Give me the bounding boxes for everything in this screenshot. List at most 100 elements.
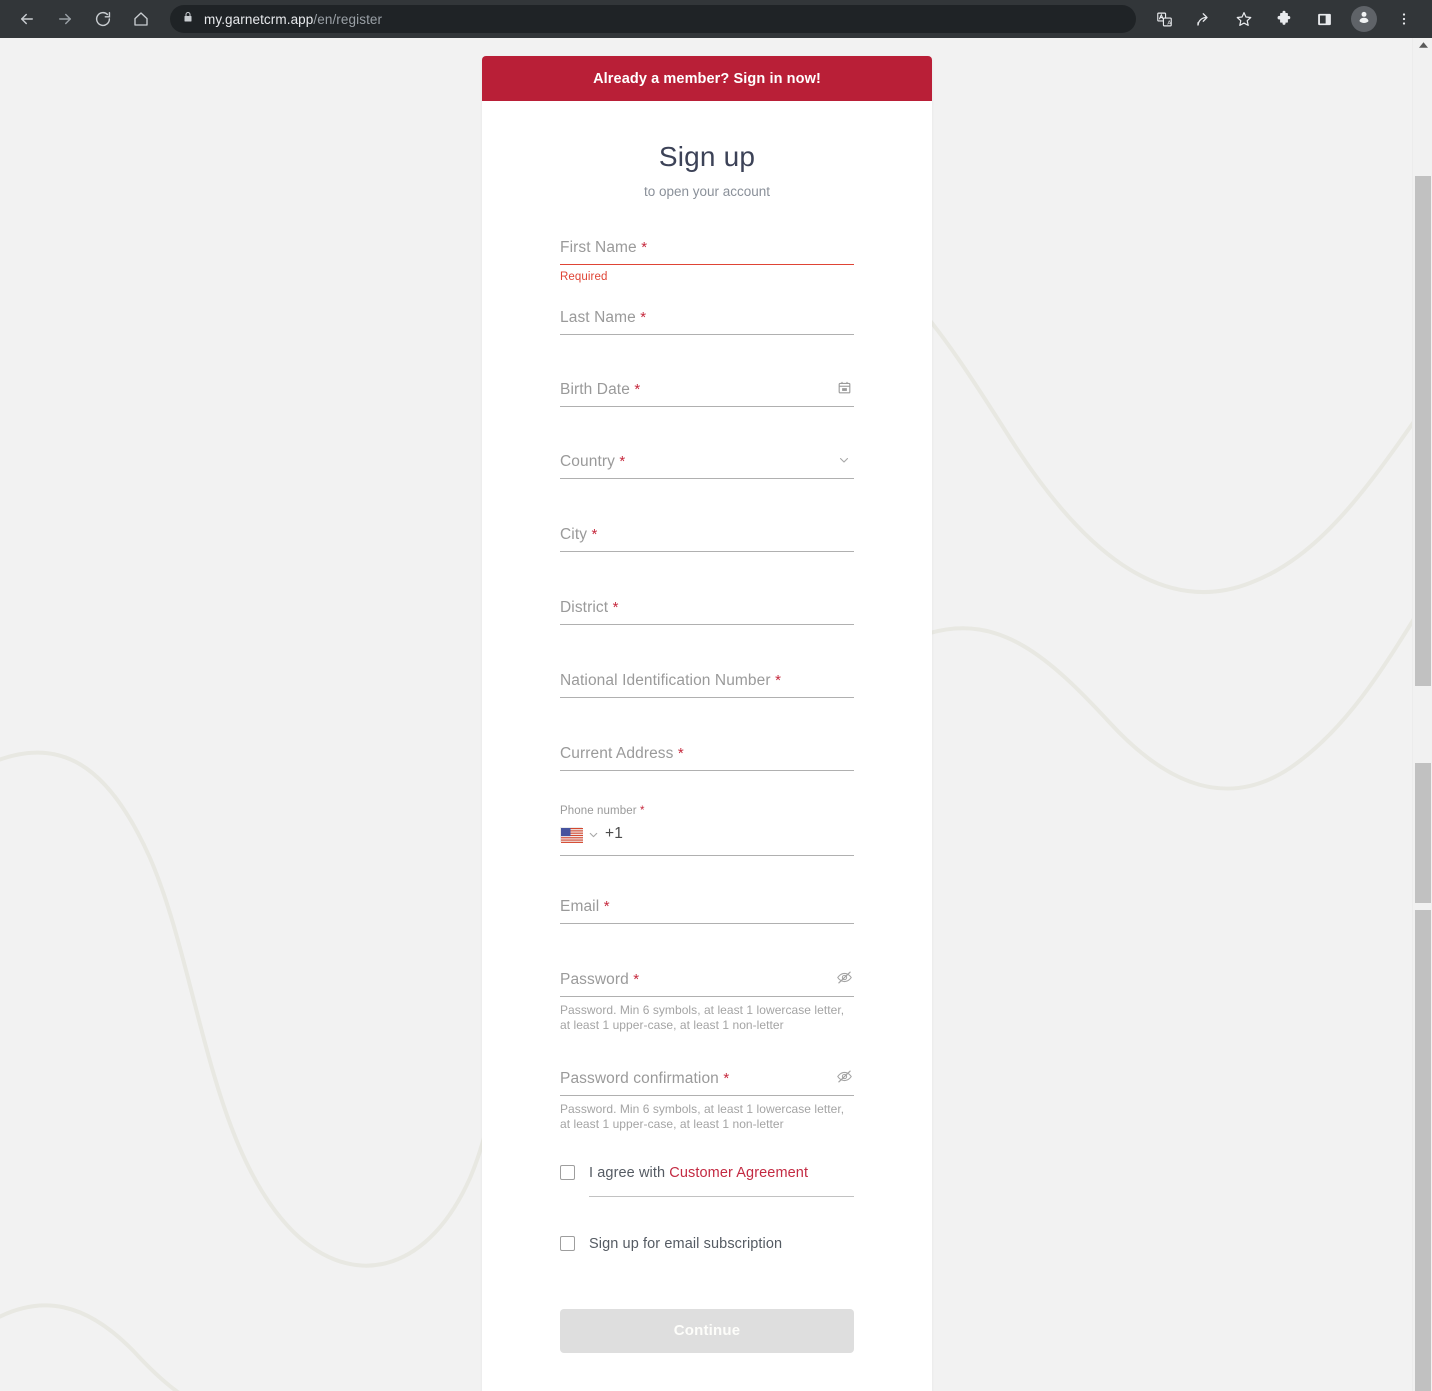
password-input[interactable]	[560, 996, 854, 997]
required-asterisk: *	[640, 309, 647, 326]
country-dropdown-button[interactable]	[834, 452, 854, 472]
us-flag-icon[interactable]	[560, 826, 583, 843]
agreement-underline	[589, 1195, 854, 1197]
current-address-label: Current Address *	[560, 745, 854, 770]
field-first-name[interactable]: First Name * Required	[560, 239, 854, 283]
required-asterisk: *	[677, 745, 684, 762]
first-name-input[interactable]	[560, 264, 854, 265]
browser-menu-button[interactable]	[1389, 4, 1419, 34]
phone-label-text: Phone number	[560, 805, 637, 817]
phone-number-input[interactable]	[560, 855, 854, 856]
field-last-name[interactable]: Last Name *	[560, 309, 854, 335]
agreement-checkbox[interactable]	[560, 1165, 575, 1180]
url-host: my.garnetcrm.app	[204, 11, 314, 27]
last-name-label-text: Last Name	[560, 309, 636, 326]
current-address-label-text: Current Address	[560, 745, 674, 762]
subscription-checkbox[interactable]	[560, 1236, 575, 1251]
field-city[interactable]: City *	[560, 526, 854, 552]
field-current-address[interactable]: Current Address *	[560, 745, 854, 771]
scrollbar-up-button[interactable]	[1413, 38, 1432, 52]
customer-agreement-link[interactable]: Customer Agreement	[669, 1165, 808, 1181]
translate-button[interactable]: A	[1149, 4, 1179, 34]
side-panel-button[interactable]	[1309, 4, 1339, 34]
password-hint: Password. Min 6 symbols, at least 1 lowe…	[560, 1003, 845, 1032]
back-button[interactable]	[12, 4, 42, 34]
password-confirmation-visibility-toggle[interactable]	[834, 1069, 854, 1089]
page-scrollbar[interactable]	[1412, 38, 1432, 1391]
field-country[interactable]: Country *	[560, 453, 854, 479]
country-select[interactable]	[560, 478, 854, 479]
email-input[interactable]	[560, 923, 854, 924]
current-address-input[interactable]	[560, 770, 854, 771]
subscription-checkbox-row[interactable]: Sign up for email subscription	[560, 1236, 854, 1252]
national-id-label-text: National Identification Number	[560, 672, 771, 689]
phone-country-dropdown-button[interactable]	[587, 828, 600, 841]
share-button[interactable]	[1189, 4, 1219, 34]
url-text: my.garnetcrm.app/en/register	[204, 12, 382, 27]
home-icon	[132, 10, 150, 28]
profile-avatar-icon	[1356, 9, 1372, 30]
country-label: Country *	[560, 453, 854, 478]
toolbar-actions: A	[1144, 4, 1424, 34]
password-confirmation-label: Password confirmation *	[560, 1070, 854, 1095]
eye-off-icon	[836, 969, 853, 991]
password-confirmation-label-text: Password confirmation	[560, 1070, 719, 1088]
first-name-label: First Name *	[560, 239, 854, 264]
email-label: Email *	[560, 898, 854, 923]
field-district[interactable]: District *	[560, 599, 854, 625]
forward-button[interactable]	[50, 4, 80, 34]
page-viewport: Already a member? Sign in now! Sign up t…	[0, 38, 1432, 1391]
agreement-checkbox-row[interactable]: I agree with Customer Agreement	[560, 1165, 854, 1181]
field-phone-number[interactable]: Phone number * +1	[560, 805, 854, 856]
signup-card: Already a member? Sign in now! Sign up t…	[482, 56, 932, 1391]
field-national-id[interactable]: National Identification Number *	[560, 672, 854, 698]
required-asterisk: *	[612, 599, 619, 616]
last-name-input[interactable]	[560, 334, 854, 335]
city-input[interactable]	[560, 551, 854, 552]
signup-form: Sign up to open your account First Name …	[482, 101, 932, 1389]
required-asterisk: *	[641, 239, 648, 256]
agreement-label: I agree with Customer Agreement	[589, 1165, 808, 1181]
district-input[interactable]	[560, 624, 854, 625]
home-button[interactable]	[126, 4, 156, 34]
birth-date-input[interactable]	[560, 406, 854, 407]
birth-date-label: Birth Date *	[560, 381, 854, 406]
signin-banner[interactable]: Already a member? Sign in now!	[482, 56, 932, 101]
required-asterisk: *	[775, 672, 781, 689]
required-asterisk: *	[639, 805, 645, 817]
phone-dial-code: +1	[605, 825, 624, 842]
reload-button[interactable]	[88, 4, 118, 34]
scrollbar-thumb[interactable]	[1415, 763, 1431, 903]
password-label-text: Password	[560, 971, 629, 988]
agreement-prefix-text: I agree with	[589, 1164, 670, 1181]
national-id-input[interactable]	[560, 697, 854, 698]
password-confirmation-input[interactable]	[560, 1095, 854, 1097]
required-asterisk: *	[603, 898, 610, 915]
field-password-confirmation[interactable]: Password confirmation * Password. Min 6 …	[560, 1070, 854, 1131]
signin-banner-label: Already a member? Sign in now!	[593, 70, 821, 87]
bookmark-button[interactable]	[1229, 4, 1259, 34]
phone-input-row[interactable]: +1	[560, 817, 854, 855]
extensions-button[interactable]	[1269, 4, 1299, 34]
field-birth-date[interactable]: Birth Date *	[560, 381, 854, 407]
url-path: /en/register	[313, 11, 383, 27]
password-label: Password *	[560, 971, 854, 996]
address-bar[interactable]: my.garnetcrm.app/en/register	[170, 5, 1136, 33]
page-title: Sign up	[658, 141, 756, 172]
city-label-text: City	[560, 526, 588, 543]
field-password[interactable]: Password * Password. Min 6 symbols, at l…	[560, 971, 854, 1032]
continue-button[interactable]: Continue	[560, 1308, 854, 1353]
profile-button[interactable]	[1351, 6, 1377, 32]
calendar-picker-button[interactable]	[834, 380, 854, 400]
reload-icon	[94, 10, 112, 28]
scrollbar-thumb[interactable]	[1415, 910, 1431, 1391]
calendar-icon	[837, 380, 852, 400]
puzzle-icon	[1275, 10, 1293, 28]
scrollbar-thumb[interactable]	[1415, 176, 1431, 686]
birth-date-label-text: Birth Date	[560, 381, 630, 398]
page-subtitle: to open your account	[643, 184, 771, 199]
password-visibility-toggle[interactable]	[834, 970, 854, 990]
required-asterisk: *	[591, 526, 598, 543]
field-email[interactable]: Email *	[560, 898, 854, 924]
lock-icon	[182, 10, 194, 29]
